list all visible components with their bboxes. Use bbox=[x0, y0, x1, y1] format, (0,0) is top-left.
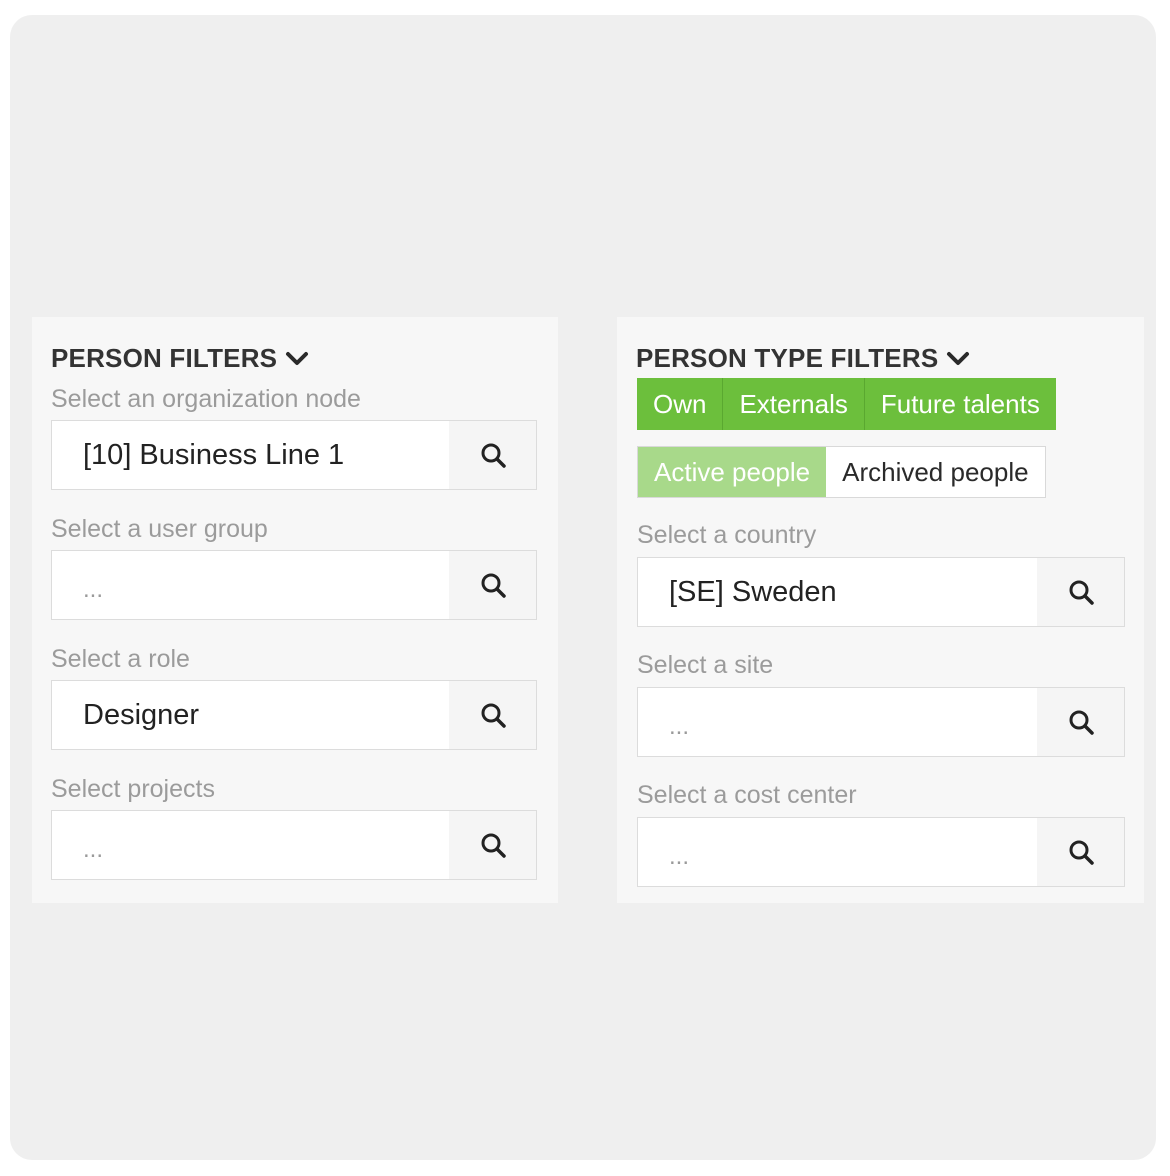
cost-center-search-button[interactable] bbox=[1037, 818, 1124, 886]
projects-field[interactable]: ... bbox=[51, 810, 537, 880]
person-status-button-group: Active people Archived people bbox=[637, 446, 1046, 498]
user-group-search-button[interactable] bbox=[449, 551, 536, 619]
country-field[interactable]: [SE] Sweden bbox=[637, 557, 1125, 627]
chevron-down-icon bbox=[947, 351, 970, 365]
country-value: [SE] Sweden bbox=[669, 576, 837, 608]
search-icon bbox=[481, 443, 506, 468]
person-filters-panel: PERSON FILTERS Select an organization no… bbox=[32, 317, 558, 903]
person-type-filters-panel: PERSON TYPE FILTERS Own Externals Future… bbox=[617, 317, 1144, 903]
search-icon bbox=[481, 833, 506, 858]
org-node-search-button[interactable] bbox=[449, 421, 536, 489]
org-node-label: Select an organization node bbox=[51, 385, 361, 413]
projects-placeholder: ... bbox=[83, 836, 104, 863]
person-type-button-group: Own Externals Future talents bbox=[637, 378, 1056, 430]
cost-center-field[interactable]: ... bbox=[637, 817, 1125, 887]
externals-button[interactable]: Externals bbox=[723, 378, 865, 430]
site-placeholder: ... bbox=[669, 713, 690, 740]
site-label: Select a site bbox=[637, 651, 774, 679]
own-button[interactable]: Own bbox=[637, 378, 724, 430]
site-search-button[interactable] bbox=[1037, 688, 1124, 756]
person-type-filters-title: PERSON TYPE FILTERS bbox=[636, 343, 939, 373]
org-node-value: [10] Business Line 1 bbox=[83, 439, 345, 471]
person-type-filters-toggle[interactable]: PERSON TYPE FILTERS bbox=[636, 343, 970, 374]
org-node-field[interactable]: [10] Business Line 1 bbox=[51, 420, 537, 490]
user-group-label: Select a user group bbox=[51, 515, 268, 543]
archived-people-button[interactable]: Archived people bbox=[826, 447, 1045, 497]
search-icon bbox=[1069, 580, 1094, 605]
projects-label: Select projects bbox=[51, 775, 215, 803]
site-field[interactable]: ... bbox=[637, 687, 1125, 757]
search-icon bbox=[481, 703, 506, 728]
person-filters-toggle[interactable]: PERSON FILTERS bbox=[51, 343, 309, 374]
role-value: Designer bbox=[83, 699, 200, 731]
role-search-button[interactable] bbox=[449, 681, 536, 749]
country-search-button[interactable] bbox=[1037, 558, 1124, 626]
app-background: PERSON FILTERS Select an organization no… bbox=[10, 15, 1156, 1160]
person-filters-title: PERSON FILTERS bbox=[51, 343, 278, 373]
cost-center-placeholder: ... bbox=[669, 843, 690, 870]
user-group-placeholder: ... bbox=[83, 576, 104, 603]
future-talents-button[interactable]: Future talents bbox=[864, 378, 1056, 430]
search-icon bbox=[1069, 710, 1094, 735]
role-label: Select a role bbox=[51, 645, 190, 673]
role-field[interactable]: Designer bbox=[51, 680, 537, 750]
cost-center-label: Select a cost center bbox=[637, 781, 857, 809]
projects-search-button[interactable] bbox=[449, 811, 536, 879]
user-group-field[interactable]: ... bbox=[51, 550, 537, 620]
active-people-button[interactable]: Active people bbox=[638, 447, 827, 497]
search-icon bbox=[481, 573, 506, 598]
search-icon bbox=[1069, 840, 1094, 865]
chevron-down-icon bbox=[286, 351, 309, 365]
country-label: Select a country bbox=[637, 521, 817, 549]
